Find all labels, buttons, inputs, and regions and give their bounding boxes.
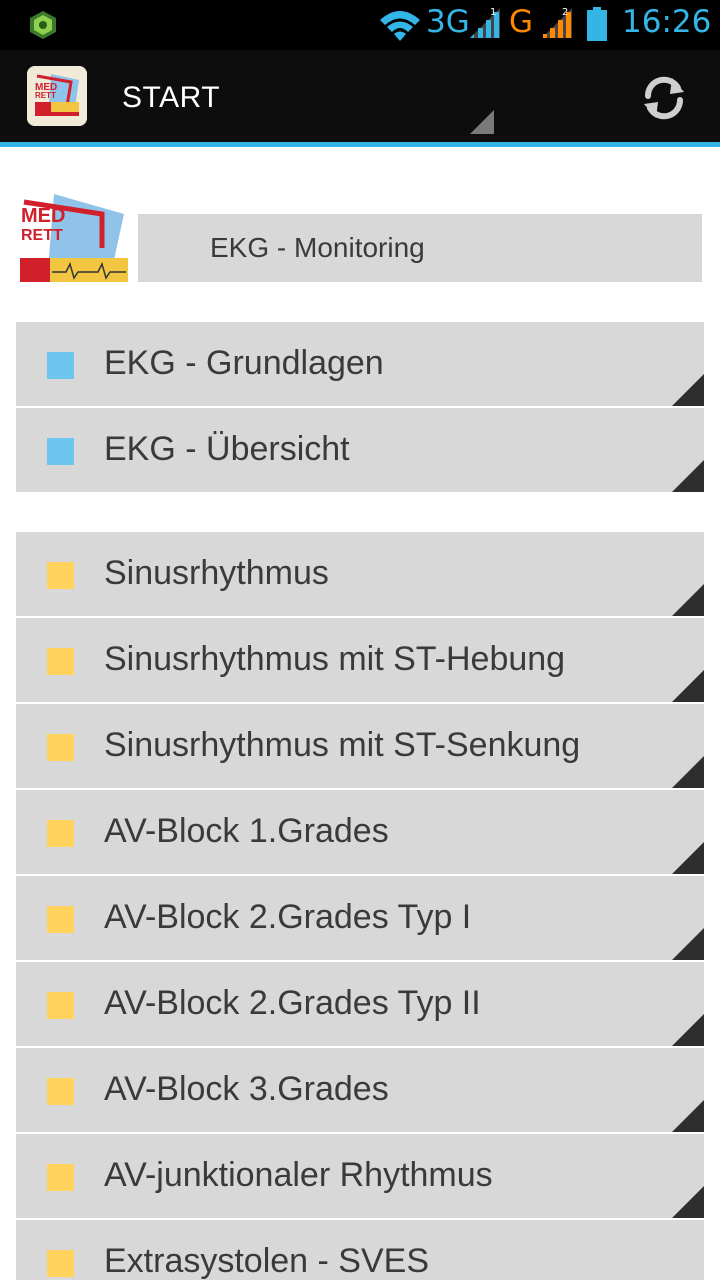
network-type-1: 3G bbox=[426, 4, 470, 40]
list-item-label: Sinusrhythmus mit ST-Senkung bbox=[104, 726, 581, 764]
app-notification-icon bbox=[30, 11, 56, 39]
clock: 16:26 bbox=[622, 4, 712, 40]
list-item-av-block-2-typ-1[interactable]: AV-Block 2.Grades Typ I bbox=[16, 876, 704, 960]
list-item-label: Extrasystolen - SVES bbox=[104, 1242, 430, 1280]
bullet-square-icon bbox=[47, 352, 74, 379]
bullet-square-icon bbox=[47, 820, 74, 847]
bullet-square-icon bbox=[47, 992, 74, 1019]
list-item-label: AV-Block 2.Grades Typ I bbox=[104, 898, 472, 936]
dropdown-indicator-icon[interactable] bbox=[470, 110, 494, 134]
section-header-title: EKG - Monitoring bbox=[210, 232, 425, 263]
wifi-icon bbox=[380, 11, 420, 41]
list-item-label: Sinusrhythmus bbox=[104, 554, 329, 592]
action-bar: MED RETT START bbox=[0, 50, 720, 147]
list-item-label: EKG - Grundlagen bbox=[104, 344, 384, 382]
list-item-av-block-3[interactable]: AV-Block 3.Grades bbox=[16, 1048, 704, 1132]
signal-icon: 1 bbox=[470, 7, 500, 38]
expand-corner-icon bbox=[672, 1100, 704, 1132]
list-item-av-junktionaler-rhythmus[interactable]: AV-junktionaler Rhythmus bbox=[16, 1134, 704, 1218]
status-bar: 3G 1 G 2 16:26 bbox=[0, 0, 720, 50]
list-item-label: AV-Block 3.Grades bbox=[104, 1070, 389, 1108]
signal-icon: 2 bbox=[542, 7, 572, 38]
bullet-square-icon bbox=[47, 1164, 74, 1191]
section-header: EKG - Monitoring bbox=[138, 214, 702, 282]
expand-corner-icon bbox=[672, 584, 704, 616]
expand-corner-icon bbox=[672, 374, 704, 406]
medrett-logo: MED RETT bbox=[20, 194, 128, 282]
list-item-sinusrhythmus-st-hebung[interactable]: Sinusrhythmus mit ST-Hebung bbox=[16, 618, 704, 702]
bullet-square-icon bbox=[47, 1250, 74, 1277]
list-item-label: AV-Block 1.Grades bbox=[104, 812, 389, 850]
list-item-label: AV-junktionaler Rhythmus bbox=[104, 1156, 493, 1194]
list-item-sinusrhythmus[interactable]: Sinusrhythmus bbox=[16, 532, 704, 616]
bullet-square-icon bbox=[47, 438, 74, 465]
expand-corner-icon bbox=[672, 1014, 704, 1046]
refresh-icon[interactable] bbox=[640, 74, 688, 122]
list-item-av-block-1[interactable]: AV-Block 1.Grades bbox=[16, 790, 704, 874]
svg-text:MED: MED bbox=[21, 205, 65, 227]
expand-corner-icon bbox=[672, 1186, 704, 1218]
expand-corner-icon bbox=[672, 670, 704, 702]
list-item-ekg-grundlagen[interactable]: EKG - Grundlagen bbox=[16, 322, 704, 406]
page-title[interactable]: START bbox=[122, 81, 220, 115]
app-logo[interactable]: MED RETT bbox=[27, 66, 87, 126]
svg-text:1: 1 bbox=[490, 7, 496, 18]
list-item-av-block-2-typ-2[interactable]: AV-Block 2.Grades Typ II bbox=[16, 962, 704, 1046]
bullet-square-icon bbox=[47, 562, 74, 589]
expand-corner-icon bbox=[672, 460, 704, 492]
expand-corner-icon bbox=[672, 928, 704, 960]
expand-corner-icon bbox=[672, 756, 704, 788]
svg-text:2: 2 bbox=[562, 7, 568, 18]
list-item-ekg-uebersicht[interactable]: EKG - Übersicht bbox=[16, 408, 704, 492]
bullet-square-icon bbox=[47, 1078, 74, 1105]
bullet-square-icon bbox=[47, 906, 74, 933]
battery-icon bbox=[587, 7, 607, 41]
list-item-label: Sinusrhythmus mit ST-Hebung bbox=[104, 640, 566, 678]
list-item-label: EKG - Übersicht bbox=[104, 430, 350, 468]
svg-text:RETT: RETT bbox=[21, 227, 63, 244]
bullet-square-icon bbox=[47, 648, 74, 675]
svg-text:RETT: RETT bbox=[35, 91, 56, 100]
network-type-2: G bbox=[509, 4, 534, 40]
expand-corner-icon bbox=[672, 842, 704, 874]
list-item-extrasystolen-sves[interactable]: Extrasystolen - SVES bbox=[16, 1220, 704, 1280]
medrett-logo-icon: MED RETT bbox=[27, 66, 87, 126]
list-item-sinusrhythmus-st-senkung[interactable]: Sinusrhythmus mit ST-Senkung bbox=[16, 704, 704, 788]
list-item-label: AV-Block 2.Grades Typ II bbox=[104, 984, 481, 1022]
bullet-square-icon bbox=[47, 734, 74, 761]
